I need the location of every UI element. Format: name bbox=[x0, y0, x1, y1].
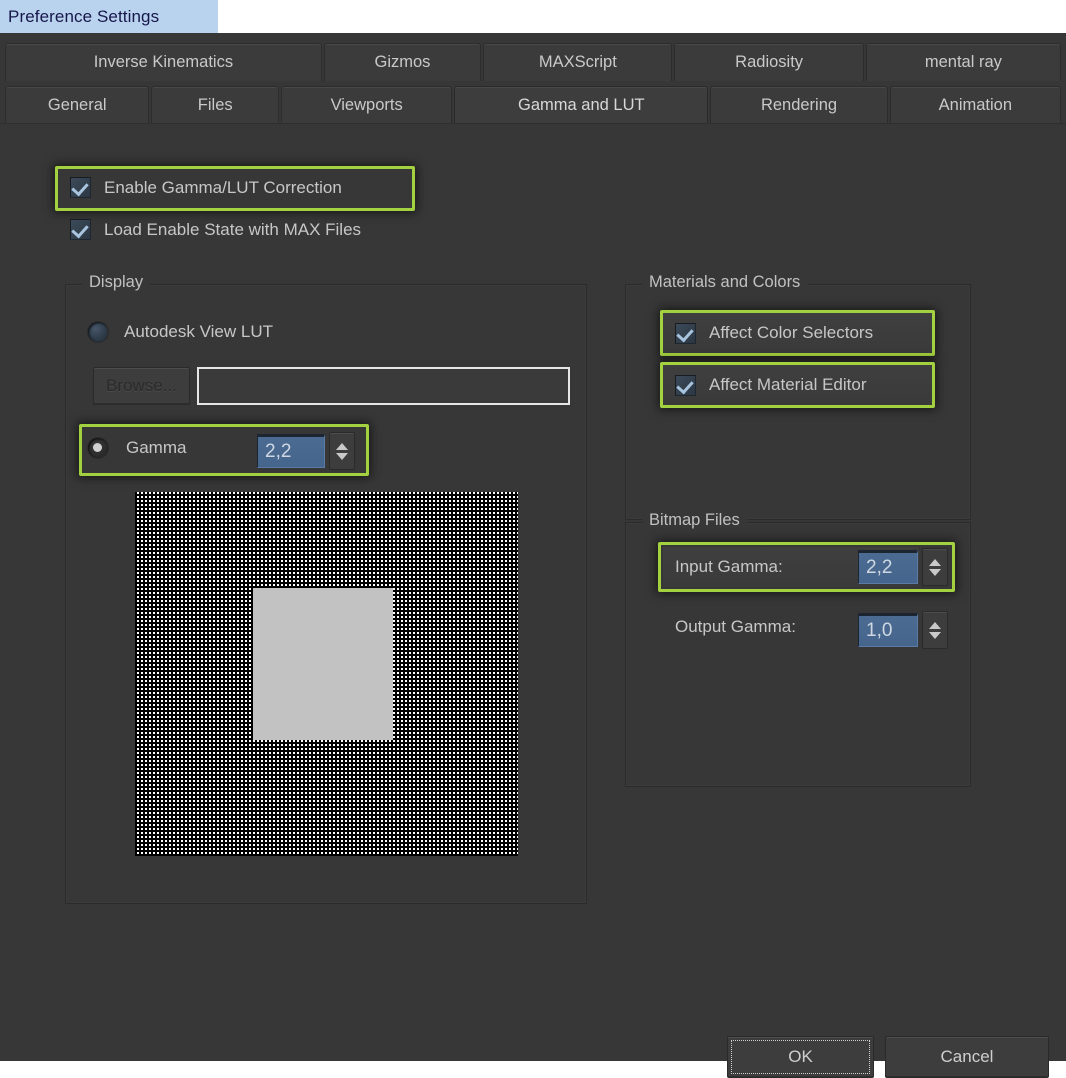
tab-label: Animation bbox=[938, 96, 1013, 114]
radio-label: Gamma bbox=[126, 438, 187, 457]
spinner-up-icon[interactable] bbox=[929, 558, 941, 566]
tab-rendering[interactable]: Rendering bbox=[710, 86, 888, 124]
checkbox-affect-material-editor[interactable]: Affect Material Editor bbox=[663, 365, 932, 405]
tab-gizmos[interactable]: Gizmos bbox=[323, 43, 482, 81]
tab-label: mental ray bbox=[924, 53, 1002, 71]
checkbox-box[interactable] bbox=[70, 219, 91, 240]
tab-viewports[interactable]: Viewports bbox=[280, 86, 453, 124]
tab-label: MAXScript bbox=[538, 53, 617, 71]
ok-button-label: OK bbox=[788, 1047, 813, 1066]
tab-animation[interactable]: Animation bbox=[889, 86, 1062, 124]
tab-label: Inverse Kinematics bbox=[93, 53, 234, 71]
tab-label: Radiosity bbox=[735, 53, 804, 71]
check-icon bbox=[676, 324, 694, 342]
radio-autodesk-view-lut[interactable]: Autodesk View LUT bbox=[88, 322, 273, 342]
tab-maxscript[interactable]: MAXScript bbox=[483, 43, 673, 81]
tab-files[interactable]: Files bbox=[151, 86, 279, 124]
tab-gamma-and-lut[interactable]: Gamma and LUT bbox=[454, 86, 709, 124]
window-title-pill: Preference Settings bbox=[0, 0, 218, 33]
tab-label: Viewports bbox=[330, 96, 403, 114]
spinner-up-icon[interactable] bbox=[336, 442, 348, 450]
display-group-title: Display bbox=[82, 273, 151, 292]
tab-label: Gamma and LUT bbox=[518, 96, 645, 114]
input-gamma-spinner[interactable] bbox=[922, 548, 948, 586]
window-title: Preference Settings bbox=[8, 6, 160, 26]
check-icon bbox=[71, 178, 89, 197]
tab-row-top: Inverse Kinematics Gizmos MAXScript Radi… bbox=[5, 43, 1063, 81]
tab-mental-ray[interactable]: mental ray bbox=[865, 43, 1061, 81]
cancel-button[interactable]: Cancel bbox=[885, 1036, 1049, 1078]
gamma-preview-swatch bbox=[135, 492, 518, 856]
tab-row-bottom: General Files Viewports Gamma and LUT Re… bbox=[5, 86, 1063, 124]
gamma-value-field[interactable]: 2,2 bbox=[257, 434, 325, 468]
spinner-down-icon[interactable] bbox=[929, 631, 941, 639]
checkbox-enable-gamma-lut-correction[interactable]: Enable Gamma/LUT Correction bbox=[70, 177, 342, 198]
checkbox-load-enable-state-with-max-files[interactable]: Load Enable State with MAX Files bbox=[70, 219, 361, 240]
tab-label: Rendering bbox=[760, 96, 838, 114]
spinner-up-icon[interactable] bbox=[929, 621, 941, 629]
check-icon bbox=[676, 376, 694, 394]
checkbox-affect-color-selectors[interactable]: Affect Color Selectors bbox=[663, 313, 932, 353]
tab-inverse-kinematics[interactable]: Inverse Kinematics bbox=[5, 43, 322, 81]
checkbox-label: Enable Gamma/LUT Correction bbox=[104, 177, 342, 197]
window-title-bar: Preference Settings bbox=[0, 0, 1066, 33]
tab-label: General bbox=[47, 96, 107, 114]
tab-label: Gizmos bbox=[374, 53, 431, 71]
checkbox-label: Load Enable State with MAX Files bbox=[104, 219, 362, 239]
output-gamma-label: Output Gamma: bbox=[675, 617, 796, 636]
browse-button[interactable]: Browse... bbox=[93, 367, 190, 405]
checkbox-label: Affect Color Selectors bbox=[709, 323, 874, 342]
materials-group-title: Materials and Colors bbox=[642, 273, 808, 292]
preference-settings-dialog: Inverse Kinematics Gizmos MAXScript Radi… bbox=[0, 33, 1066, 1078]
bitmap-group-title: Bitmap Files bbox=[642, 511, 747, 530]
checkbox-box[interactable] bbox=[70, 177, 91, 198]
radio-button[interactable] bbox=[88, 438, 108, 458]
checkbox-box[interactable] bbox=[675, 322, 696, 344]
radio-label: Autodesk View LUT bbox=[124, 322, 273, 341]
spinner-down-icon[interactable] bbox=[929, 568, 941, 576]
radio-button[interactable] bbox=[88, 322, 108, 342]
browse-button-label: Browse... bbox=[106, 376, 177, 395]
input-gamma-label: Input Gamma: bbox=[675, 557, 783, 576]
gamma-preview-center-patch bbox=[253, 588, 393, 740]
checkbox-label: Affect Material Editor bbox=[709, 375, 867, 394]
tab-general[interactable]: General bbox=[5, 86, 150, 124]
spinner-down-icon[interactable] bbox=[336, 452, 348, 460]
output-gamma-field[interactable]: 1,0 bbox=[858, 613, 918, 647]
check-icon bbox=[71, 220, 89, 239]
tab-label: Files bbox=[197, 96, 233, 114]
ok-button[interactable]: OK bbox=[727, 1036, 874, 1078]
lut-path-field[interactable] bbox=[197, 367, 570, 405]
output-gamma-spinner[interactable] bbox=[922, 611, 948, 649]
tab-radiosity[interactable]: Radiosity bbox=[674, 43, 864, 81]
input-gamma-field[interactable]: 2,2 bbox=[858, 550, 918, 584]
radio-gamma[interactable]: Gamma bbox=[88, 438, 186, 458]
output-gamma-row: Output Gamma: bbox=[675, 617, 796, 637]
gamma-and-lut-panel: Enable Gamma/LUT Correction Load Enable … bbox=[0, 123, 1066, 1078]
gamma-spinner[interactable] bbox=[329, 432, 355, 470]
cancel-button-label: Cancel bbox=[940, 1047, 994, 1066]
checkbox-box[interactable] bbox=[675, 374, 696, 396]
